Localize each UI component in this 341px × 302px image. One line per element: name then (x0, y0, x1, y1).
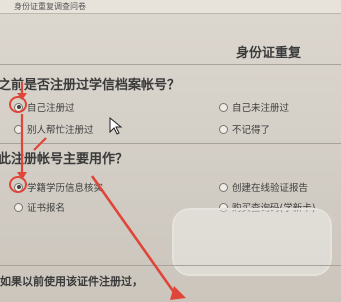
survey-page: 身份证重复调查问卷 身份证重复 之前是否注册过学信档案帐号？ 自己注册过 自己未… (0, 0, 341, 302)
annotation-arrows (17, 82, 186, 300)
mouse-cursor-icon (109, 117, 123, 135)
